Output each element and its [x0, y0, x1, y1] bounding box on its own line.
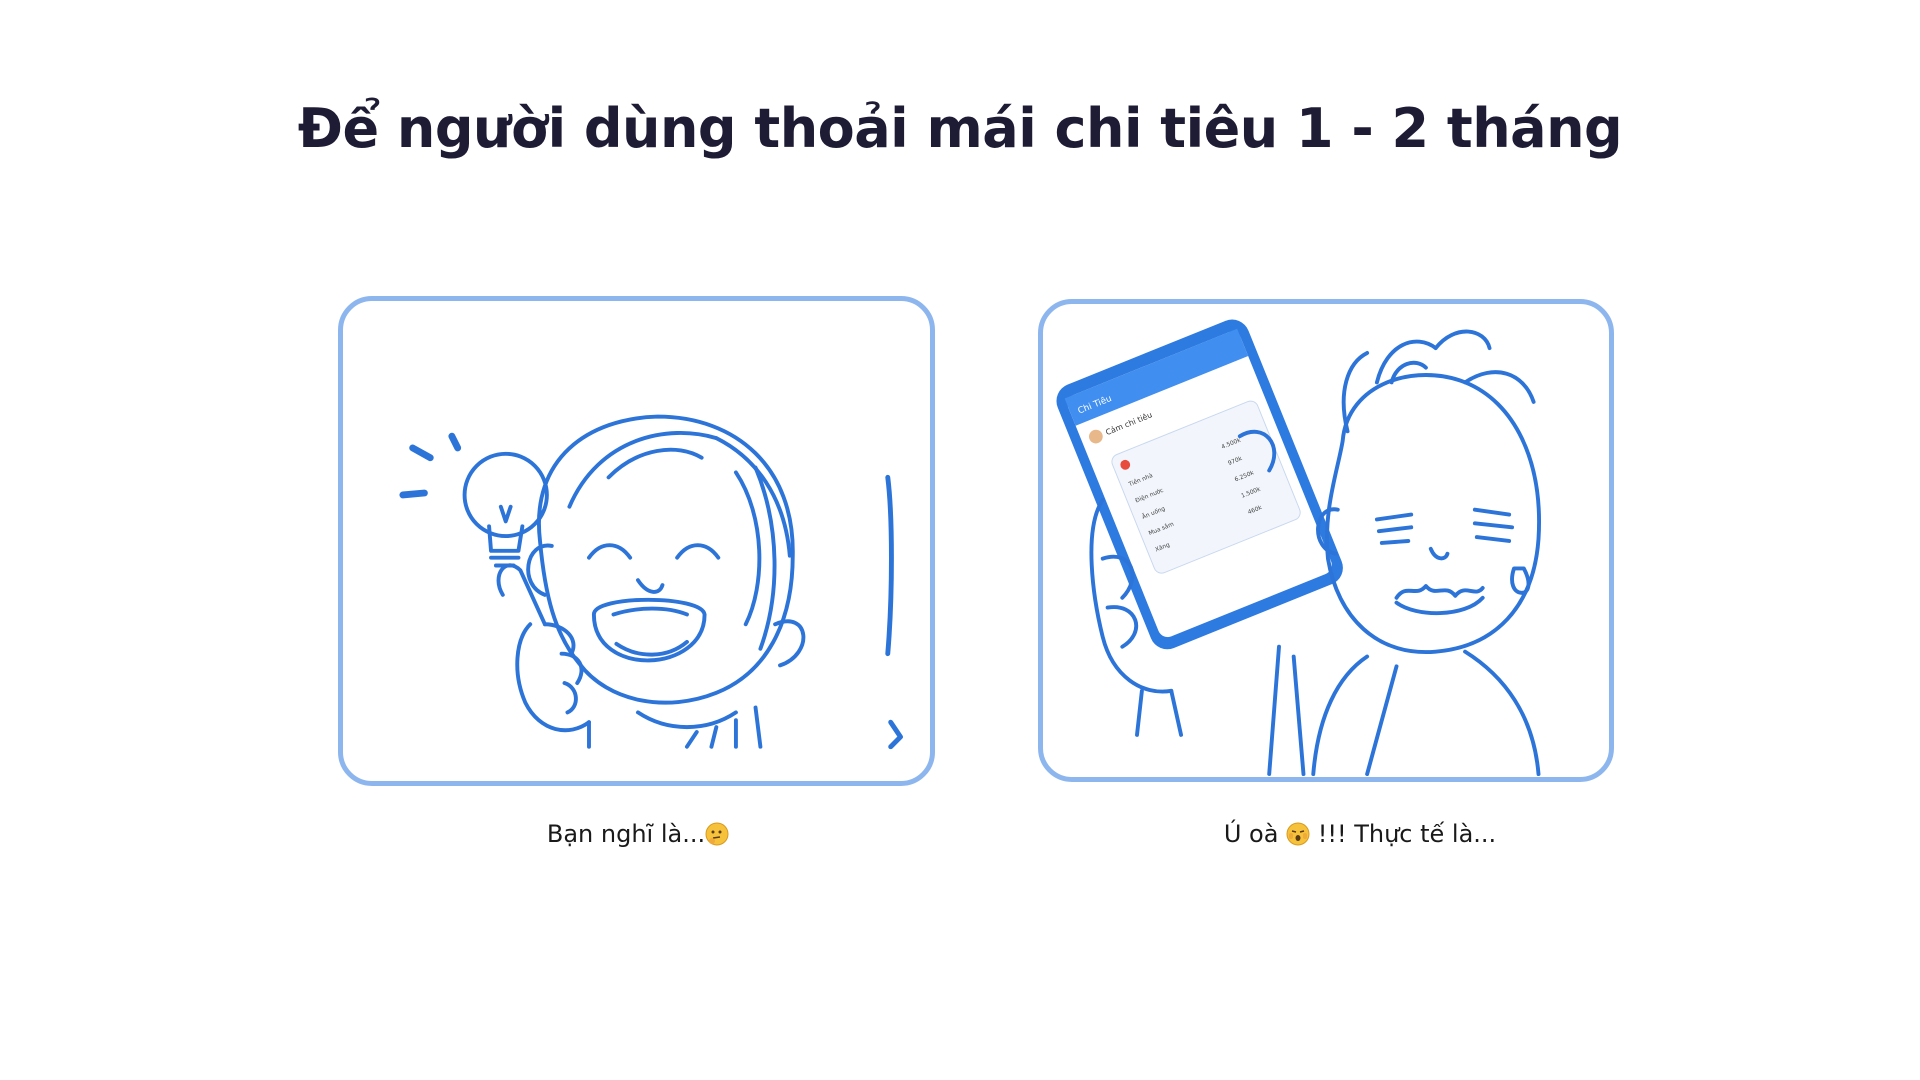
caption-imagine-text: Bạn nghĩ là... — [546, 820, 706, 848]
caption-reality-prefix: Ú oà — [1223, 820, 1279, 848]
thinking-face-emoji — [705, 822, 729, 846]
happy-idea-illustration — [399, 414, 903, 750]
caption-reality-suffix: !!! Thực tế là... — [1317, 820, 1497, 848]
illustration-card-imagine — [338, 296, 935, 786]
illustration-card-reality: Chi Tiêu Cảm chi tiêu Tiền nhà 4.500k Đi… — [1038, 299, 1614, 782]
caption-imagine: Bạn nghĩ là... — [488, 820, 788, 848]
hushed-face-emoji — [1286, 822, 1310, 846]
worried-spending-illustration: Chi Tiêu Cảm chi tiêu Tiền nhà 4.500k Đi… — [1056, 319, 1541, 777]
page-title: Để người dùng thoải mái chi tiêu 1 - 2 t… — [297, 97, 1623, 160]
caption-reality: Ú oà !!! Thực tế là... — [1160, 820, 1560, 848]
